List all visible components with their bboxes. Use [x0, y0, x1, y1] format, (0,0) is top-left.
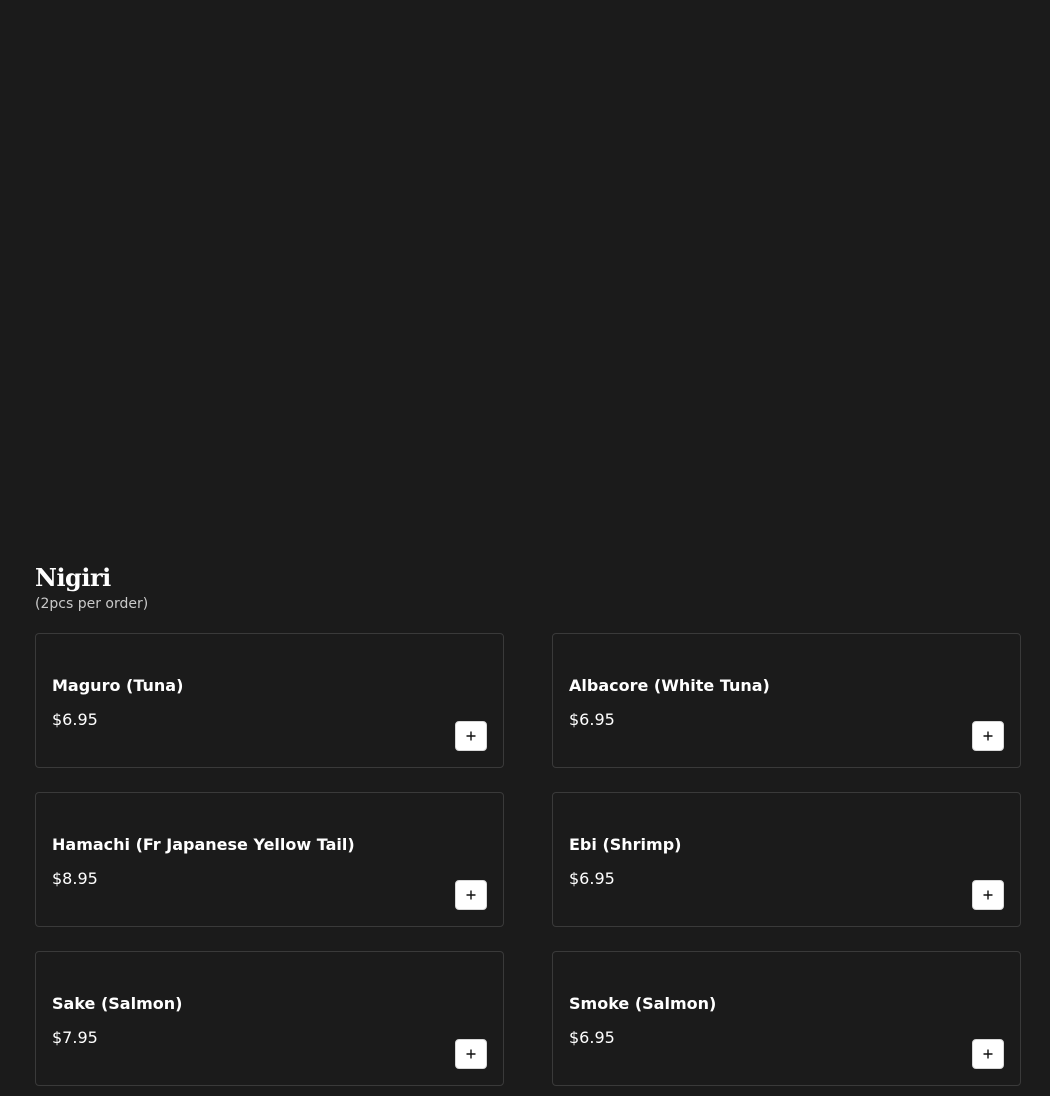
plus-icon [983, 890, 993, 900]
plus-icon [983, 731, 993, 741]
item-price: $6.95 [52, 710, 98, 729]
section-title: Nigiri [35, 563, 111, 592]
add-to-cart-button[interactable] [972, 880, 1004, 910]
menu-item-card[interactable]: Albacore (White Tuna) $6.95 [552, 633, 1021, 768]
item-name: Hamachi (Fr Japanese Yellow Tail) [52, 835, 355, 854]
add-to-cart-button[interactable] [455, 721, 487, 751]
item-price: $8.95 [52, 869, 98, 888]
menu-item-grid: Maguro (Tuna) $6.95 Albacore (White Tuna… [35, 633, 1021, 1086]
plus-icon [466, 1049, 476, 1059]
item-name: Ebi (Shrimp) [569, 835, 682, 854]
menu-item-card[interactable]: Smoke (Salmon) $6.95 [552, 951, 1021, 1086]
add-to-cart-button[interactable] [455, 1039, 487, 1069]
menu-item-card[interactable]: Hamachi (Fr Japanese Yellow Tail) $8.95 [35, 792, 504, 927]
item-price: $6.95 [569, 869, 615, 888]
item-name: Maguro (Tuna) [52, 676, 184, 695]
item-price: $7.95 [52, 1028, 98, 1047]
menu-item-card[interactable]: Sake (Salmon) $7.95 [35, 951, 504, 1086]
item-price: $6.95 [569, 1028, 615, 1047]
item-name: Smoke (Salmon) [569, 994, 717, 1013]
plus-icon [466, 890, 476, 900]
menu-section-header: Nigiri (2pcs per order) [35, 560, 1021, 614]
menu-item-card[interactable]: Maguro (Tuna) $6.95 [35, 633, 504, 768]
plus-icon [983, 1049, 993, 1059]
menu-item-card[interactable]: Ebi (Shrimp) $6.95 [552, 792, 1021, 927]
add-to-cart-button[interactable] [455, 880, 487, 910]
section-subtitle: (2pcs per order) [35, 596, 149, 612]
add-to-cart-button[interactable] [972, 721, 1004, 751]
item-name: Albacore (White Tuna) [569, 676, 770, 695]
add-to-cart-button[interactable] [972, 1039, 1004, 1069]
item-name: Sake (Salmon) [52, 994, 183, 1013]
plus-icon [466, 731, 476, 741]
item-price: $6.95 [569, 710, 615, 729]
